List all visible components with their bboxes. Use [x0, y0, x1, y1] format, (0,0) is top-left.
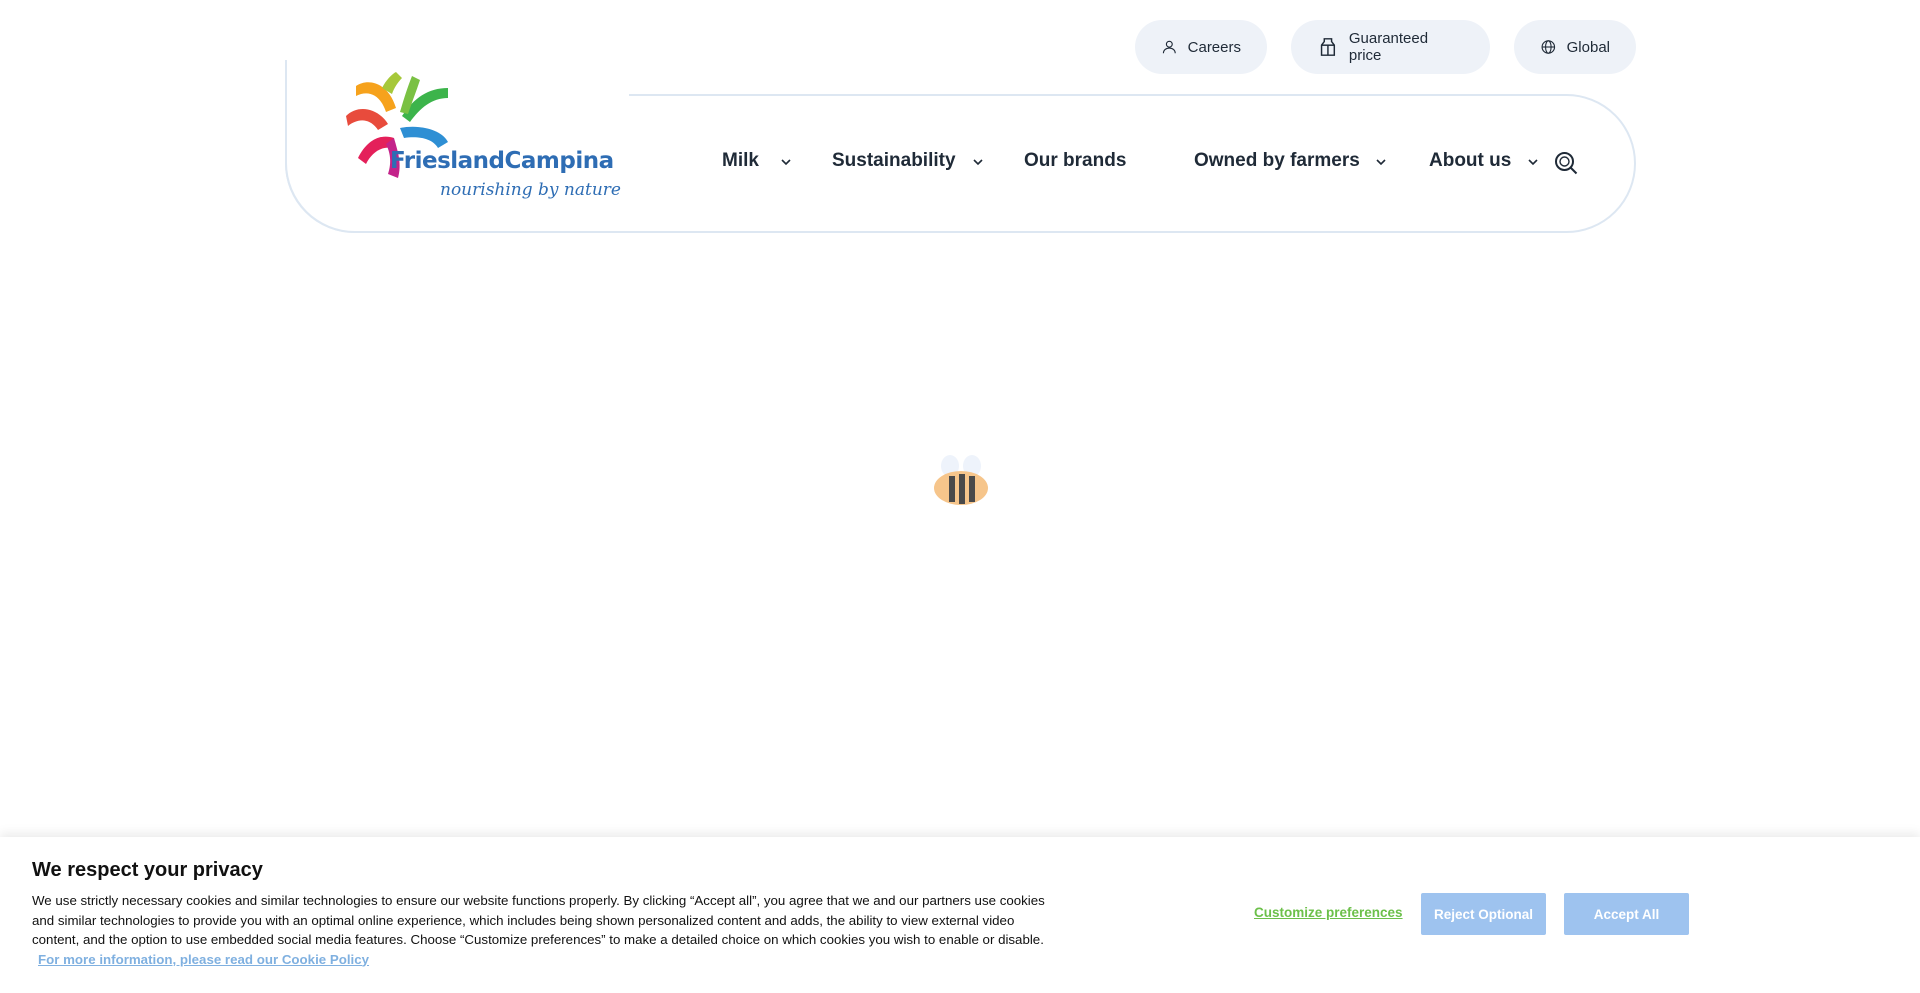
nav-item-milk[interactable]: Milk [722, 150, 759, 172]
person-icon [1162, 40, 1176, 54]
nav-item-owned-by-farmers[interactable]: Owned by farmers [1194, 150, 1360, 172]
careers-link[interactable]: Careers [1135, 20, 1267, 74]
chevron-down-icon[interactable] [780, 156, 792, 168]
cookie-banner: We respect your privacy We use strictly … [0, 837, 1920, 993]
guaranteed-price-label: Guaranteed price [1348, 30, 1429, 64]
brand-tagline: nourishing by nature [440, 180, 621, 200]
cookie-title: We respect your privacy [32, 859, 263, 881]
customize-preferences-button[interactable]: Customize preferences [1254, 905, 1403, 920]
globe-icon [1541, 40, 1556, 54]
bee-loader-icon [934, 455, 988, 505]
guaranteed-price-link[interactable]: Guaranteed price [1291, 20, 1490, 74]
region-label: Global [1566, 38, 1610, 56]
chevron-down-icon[interactable] [1375, 156, 1387, 168]
cookie-policy-link[interactable]: For more information, please read our Co… [38, 952, 369, 967]
accept-all-button[interactable]: Accept All [1564, 893, 1689, 935]
chevron-down-icon[interactable] [1527, 156, 1539, 168]
chevron-down-icon[interactable] [972, 156, 984, 168]
reject-optional-button[interactable]: Reject Optional [1421, 893, 1546, 935]
careers-label: Careers [1187, 38, 1241, 56]
search-icon[interactable] [1553, 150, 1579, 176]
region-selector[interactable]: Global [1514, 20, 1636, 74]
nav-item-about-us[interactable]: About us [1429, 150, 1511, 172]
cookie-body-text: We use strictly necessary cookies and si… [32, 893, 1045, 947]
brand-wordmark: FrieslandCampina [390, 148, 614, 174]
nav-item-sustainability[interactable]: Sustainability [832, 150, 956, 172]
nav-item-our-brands[interactable]: Our brands [1024, 150, 1126, 172]
cookie-description: We use strictly necessary cookies and si… [32, 891, 1062, 969]
milk-carton-icon [1320, 38, 1336, 56]
